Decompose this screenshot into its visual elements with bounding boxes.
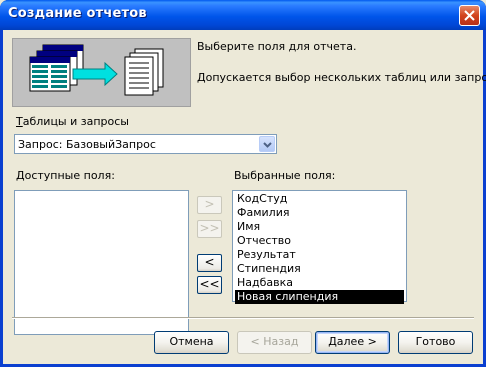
selected-field-item[interactable]: КодСтуд <box>235 192 404 206</box>
fields-transfer-icon <box>29 44 164 96</box>
back-button[interactable]: < Назад <box>237 331 312 354</box>
selected-field-item[interactable]: Результат <box>235 248 404 262</box>
selected-field-item[interactable]: Надбавка <box>235 276 404 290</box>
combobox-dropdown-button[interactable] <box>259 136 275 152</box>
selected-field-item[interactable]: Имя <box>235 220 404 234</box>
selected-fields-listbox[interactable]: КодСтуд Фамилия Имя Отчество Результат С… <box>232 190 407 304</box>
selected-field-item[interactable]: Отчество <box>235 234 404 248</box>
selected-field-item-highlighted[interactable]: Новая слипендия <box>235 290 404 304</box>
selected-field-item[interactable]: Фамилия <box>235 206 404 220</box>
wizard-illustration <box>12 38 191 107</box>
close-icon <box>464 10 475 21</box>
selected-fields-label: Выбранные поля: <box>234 169 336 182</box>
selected-field-item[interactable]: Стипендия <box>235 262 404 276</box>
next-button[interactable]: Далее > <box>315 331 390 354</box>
report-wizard-window: Создание отчетов Выберите поля для отчет… <box>0 0 486 367</box>
remove-all-fields-button[interactable]: << <box>197 276 222 294</box>
cancel-button[interactable]: Отмена <box>154 331 229 354</box>
remove-field-button[interactable]: < <box>197 254 222 272</box>
close-button[interactable] <box>459 5 480 26</box>
source-combobox[interactable]: Запрос: БазовыйЗапрос <box>14 134 277 154</box>
footer-separator <box>12 317 474 319</box>
source-combobox-value: Запрос: БазовыйЗапрос <box>18 138 156 151</box>
available-fields-label: Доступные поля: <box>16 169 115 182</box>
window-title: Создание отчетов <box>8 6 147 21</box>
title-bar[interactable]: Создание отчетов <box>0 0 486 30</box>
intro-text-1: Выберите поля для отчета. <box>197 40 357 53</box>
intro-text-2: Допускается выбор нескольких таблиц или … <box>197 71 486 84</box>
dialog-body: Выберите поля для отчета. Допускается вы… <box>3 30 486 364</box>
add-field-button[interactable]: > <box>197 196 222 214</box>
finish-button[interactable]: Готово <box>398 331 473 354</box>
chevron-down-icon <box>263 142 272 148</box>
source-label: Таблицы и запросы <box>16 115 129 128</box>
add-all-fields-button[interactable]: >> <box>197 220 222 238</box>
available-fields-listbox[interactable] <box>14 190 189 335</box>
